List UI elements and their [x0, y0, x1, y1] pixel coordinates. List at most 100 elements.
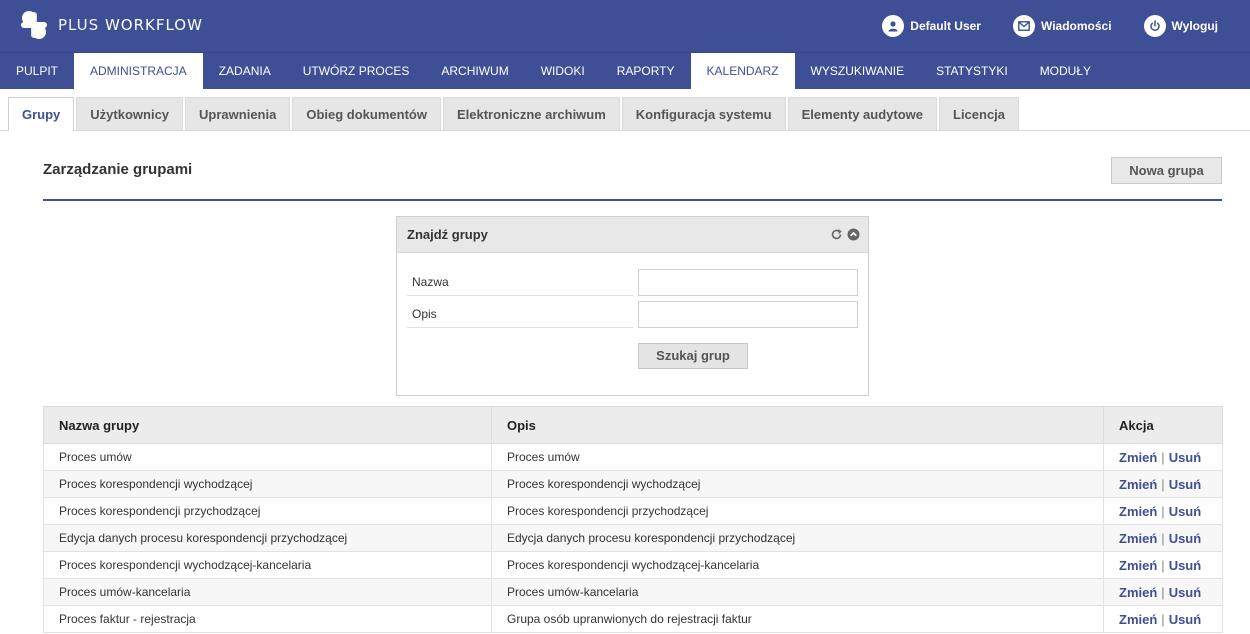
group-name-cell: Proces korespondencji przychodzącej — [43, 497, 492, 525]
table-header-row: Nazwa grupy Opis Akcja — [43, 406, 1223, 444]
delete-link[interactable]: Usuń — [1169, 450, 1202, 465]
group-description-cell: Proces korespondencji przychodzącej — [491, 497, 1104, 525]
action-separator: | — [1161, 449, 1165, 465]
edit-link[interactable]: Zmień — [1119, 504, 1157, 519]
action-cell: Zmień | Usuń — [1103, 578, 1223, 606]
tab-licencja[interactable]: Licencja — [939, 97, 1020, 130]
envelope-icon — [1012, 15, 1035, 37]
top-header: PLUS WORKFLOW Default User Wiadomości Wy… — [0, 0, 1250, 52]
tab-uprawnienia[interactable]: Uprawnienia — [185, 97, 291, 130]
action-cell: Zmień | Usuń — [1103, 470, 1223, 498]
group-description-cell: Proces korespondencji wychodzącej-kancel… — [491, 551, 1104, 579]
groups-table: Nazwa grupy Opis Akcja Proces umów Proce… — [43, 406, 1223, 633]
group-name-cell: Proces umów — [43, 443, 492, 471]
power-icon — [1143, 15, 1166, 37]
tab-konfiguracja-systemu[interactable]: Konfiguracja systemu — [621, 97, 786, 130]
group-description-cell: Proces umów-kancelaria — [491, 578, 1104, 606]
name-input[interactable] — [638, 269, 858, 296]
user-menu[interactable]: Default User — [882, 15, 981, 37]
logout-label: Wyloguj — [1171, 19, 1218, 33]
column-header-action: Akcja — [1103, 406, 1223, 444]
table-row: Proces umów-kancelaria Proces umów-kance… — [43, 578, 1223, 606]
delete-link[interactable]: Usuń — [1169, 612, 1202, 627]
table-row: Edycja danych procesu korespondencji prz… — [43, 524, 1223, 552]
group-name-cell: Proces korespondencji wychodzącej-kancel… — [43, 551, 492, 579]
search-panel-header: Znajdź grupy — [397, 217, 868, 253]
logo-text: PLUS WORKFLOW — [58, 16, 203, 34]
main-navigation: PULPIT ADMINISTRACJA ZADANIA UTWÓRZ PROC… — [0, 52, 1250, 89]
refresh-icon[interactable] — [830, 228, 843, 241]
edit-link[interactable]: Zmień — [1119, 558, 1157, 573]
page-title: Zarządzanie grupami — [43, 161, 193, 178]
delete-link[interactable]: Usuń — [1169, 558, 1202, 573]
delete-link[interactable]: Usuń — [1169, 504, 1202, 519]
group-name-cell: Edycja danych procesu korespondencji prz… — [43, 524, 492, 552]
plus-logo-icon — [21, 11, 47, 39]
description-label: Opis — [407, 301, 633, 328]
messages-link[interactable]: Wiadomości — [1012, 15, 1112, 37]
user-name: Default User — [910, 19, 981, 33]
table-row: Proces korespondencji wychodzącej-kancel… — [43, 551, 1223, 579]
nav-administracja[interactable]: ADMINISTRACJA — [74, 53, 203, 89]
messages-label: Wiadomości — [1040, 19, 1112, 33]
table-row: Proces korespondencji wychodzącej Proces… — [43, 470, 1223, 498]
nav-raporty[interactable]: RAPORTY — [601, 53, 691, 89]
action-cell: Zmień | Usuń — [1103, 605, 1223, 633]
nav-widoki[interactable]: WIDOKI — [525, 53, 601, 89]
group-name-cell: Proces faktur - rejestracja — [43, 605, 492, 633]
tab-elementy-audytowe[interactable]: Elementy audytowe — [787, 97, 937, 130]
action-separator: | — [1161, 584, 1165, 600]
group-name-cell: Proces umów-kancelaria — [43, 578, 492, 606]
table-row: Proces umów Proces umów Zmień | Usuń — [43, 443, 1223, 471]
action-separator: | — [1161, 530, 1165, 546]
group-description-cell: Proces umów — [491, 443, 1104, 471]
action-cell: Zmień | Usuń — [1103, 524, 1223, 552]
nav-archiwum[interactable]: ARCHIWUM — [425, 53, 524, 89]
group-description-cell: Grupa osób upranwionych do rejestracji f… — [491, 605, 1104, 633]
edit-link[interactable]: Zmień — [1119, 450, 1157, 465]
edit-link[interactable]: Zmień — [1119, 612, 1157, 627]
action-separator: | — [1161, 557, 1165, 573]
group-name-cell: Proces korespondencji wychodzącej — [43, 470, 492, 498]
action-cell: Zmień | Usuń — [1103, 497, 1223, 525]
tab-obieg-dokumentow[interactable]: Obieg dokumentów — [292, 97, 441, 130]
logout-link[interactable]: Wyloguj — [1143, 15, 1218, 37]
nav-statystyki[interactable]: STATYSTYKI — [920, 53, 1024, 89]
app-logo[interactable]: PLUS WORKFLOW — [18, 8, 203, 42]
delete-link[interactable]: Usuń — [1169, 531, 1202, 546]
search-panel-title: Znajdź grupy — [407, 227, 488, 242]
title-divider — [43, 199, 1222, 201]
group-description-cell: Edycja danych procesu korespondencji prz… — [491, 524, 1104, 552]
tab-grupy[interactable]: Grupy — [8, 97, 75, 131]
column-header-description[interactable]: Opis — [491, 406, 1104, 444]
action-cell: Zmień | Usuń — [1103, 443, 1223, 471]
new-group-button[interactable]: Nowa grupa — [1111, 157, 1222, 184]
table-row: Proces faktur - rejestracja Grupa osób u… — [43, 605, 1223, 633]
edit-link[interactable]: Zmień — [1119, 585, 1157, 600]
action-cell: Zmień | Usuń — [1103, 551, 1223, 579]
action-separator: | — [1161, 611, 1165, 627]
sub-navigation: Grupy Użytkownicy Uprawnienia Obieg doku… — [0, 89, 1250, 131]
tab-elektroniczne-archiwum[interactable]: Elektroniczne archiwum — [442, 97, 620, 130]
action-separator: | — [1161, 503, 1165, 519]
nav-moduly[interactable]: MODUŁY — [1024, 53, 1107, 89]
delete-link[interactable]: Usuń — [1169, 585, 1202, 600]
chevron-up-circle-icon[interactable] — [847, 228, 860, 241]
edit-link[interactable]: Zmień — [1119, 477, 1157, 492]
action-separator: | — [1161, 476, 1165, 492]
description-input[interactable] — [638, 301, 858, 328]
search-groups-button[interactable]: Szukaj grup — [638, 343, 748, 369]
user-icon — [882, 15, 905, 37]
nav-kalendarz[interactable]: KALENDARZ — [690, 53, 795, 89]
table-row: Proces korespondencji przychodzącej Proc… — [43, 497, 1223, 525]
nav-wyszukiwanie[interactable]: WYSZUKIWANIE — [795, 53, 921, 89]
group-description-cell: Proces korespondencji wychodzącej — [491, 470, 1104, 498]
nav-pulpit[interactable]: PULPIT — [0, 53, 74, 89]
nav-zadania[interactable]: ZADANIA — [203, 53, 287, 89]
edit-link[interactable]: Zmień — [1119, 531, 1157, 546]
column-header-name[interactable]: Nazwa grupy — [43, 406, 492, 444]
search-panel: Znajdź grupy Nazwa Opis Szukaj grup — [396, 216, 869, 396]
nav-utworz-proces[interactable]: UTWÓRZ PROCES — [287, 53, 426, 89]
delete-link[interactable]: Usuń — [1169, 477, 1202, 492]
tab-uzytkownicy[interactable]: Użytkownicy — [76, 97, 184, 130]
